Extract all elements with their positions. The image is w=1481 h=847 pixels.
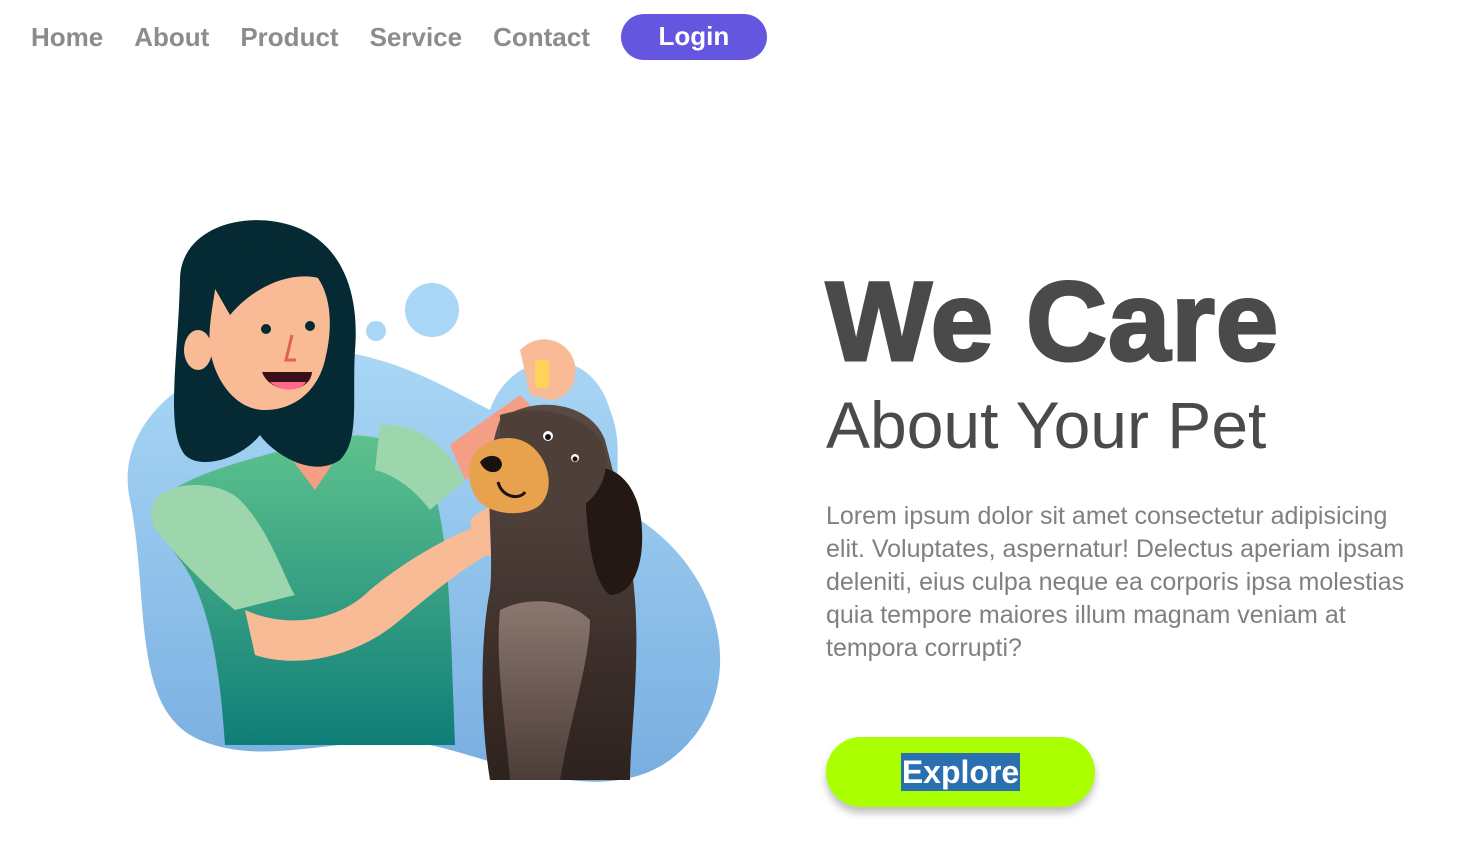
explore-button[interactable]: Explore <box>826 737 1095 807</box>
hero-illustration <box>70 200 750 800</box>
top-nav: Home About Product Service Contact Login <box>31 14 767 60</box>
hero-description: Lorem ipsum dolor sit amet consectetur a… <box>826 502 1405 662</box>
nav-link-service[interactable]: Service <box>370 14 463 60</box>
vet-with-dog-illustration <box>127 220 721 782</box>
nav-link-about[interactable]: About <box>134 14 209 60</box>
nav-link-contact[interactable]: Contact <box>493 14 590 60</box>
nav-link-home[interactable]: Home <box>31 14 103 60</box>
hero-subtitle: About Your Pet <box>826 388 1267 462</box>
eye-dropper-icon <box>535 360 549 388</box>
login-button[interactable]: Login <box>620 14 767 60</box>
explore-button-label: Explore <box>900 753 1021 791</box>
hero-title: We Care <box>824 259 1280 384</box>
landing-page: Home About Product Service Contact Login <box>0 0 1481 847</box>
nav-link-product[interactable]: Product <box>240 14 338 60</box>
